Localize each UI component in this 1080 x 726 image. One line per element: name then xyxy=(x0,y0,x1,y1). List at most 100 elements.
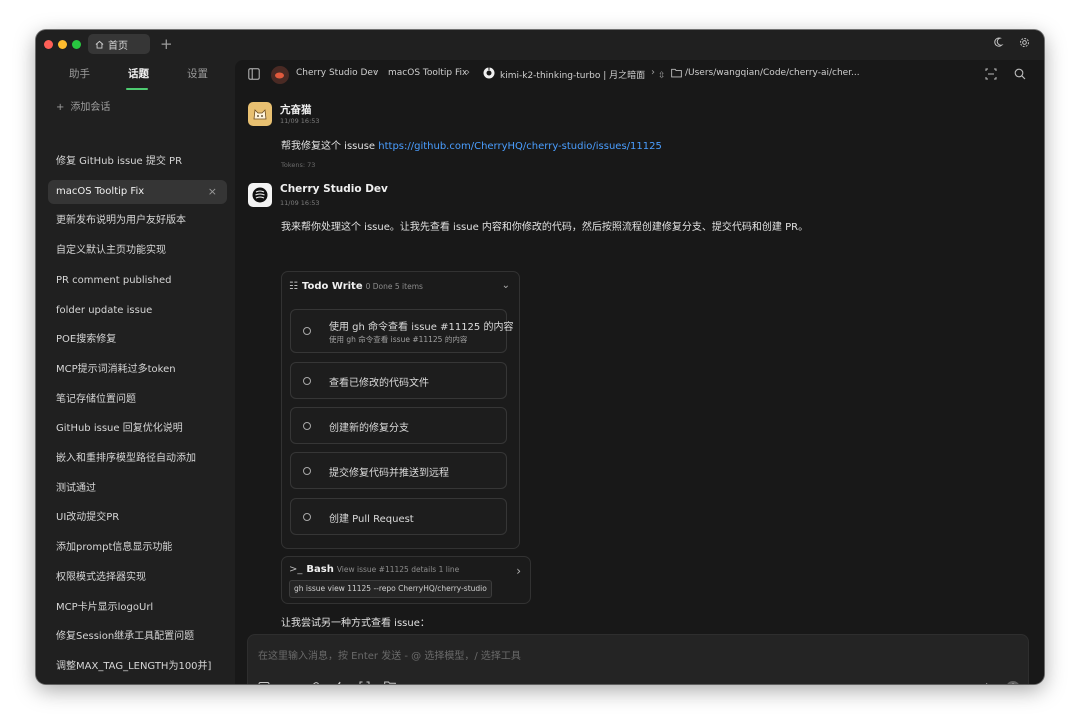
todo-item[interactable]: 提交修复代码并推送到远程 xyxy=(290,452,507,489)
todo-item[interactable]: 创建 Pull Request xyxy=(290,498,507,535)
chevron-right-icon[interactable]: › xyxy=(516,564,521,578)
conversation-title: 修复 GitHub issue 提交 PR xyxy=(56,156,183,167)
theme-toggle-button[interactable] xyxy=(994,37,1005,51)
conversation-title: MCP卡片显示logoUrl xyxy=(56,601,154,613)
circle-icon xyxy=(303,513,311,521)
chevron-down-icon[interactable]: ⌄ xyxy=(502,280,510,291)
user-name: 亢奋猫 xyxy=(280,104,312,116)
todo-summary: 0 Done 5 items xyxy=(365,282,423,291)
bash-header[interactable]: >_ Bash View issue #11125 details 1 line xyxy=(289,564,459,575)
todo-item[interactable]: 创建新的修复分支 xyxy=(290,407,507,444)
conversation-item[interactable]: folder update issue xyxy=(48,299,227,323)
conversation-title: 嵌入和重排序模型路径自动添加 xyxy=(56,453,196,464)
conversation-item[interactable]: 权限模式选择器实现 xyxy=(48,566,227,590)
search-icon xyxy=(1014,68,1026,80)
circle-icon xyxy=(303,422,311,430)
assistant-followup: 让我尝试另一种方式查看 issue： xyxy=(281,618,430,629)
paperclip-icon[interactable] xyxy=(308,681,319,684)
conversation-item[interactable]: 嵌入和重排序模型路径自动添加 xyxy=(48,447,227,471)
settings-button[interactable] xyxy=(1019,37,1030,51)
translate-icon[interactable]: 文A xyxy=(982,680,996,684)
minimize-window-button[interactable] xyxy=(58,40,67,49)
issue-link[interactable]: https://github.com/CherryHQ/cherry-studi… xyxy=(378,141,662,152)
toggle-sidebar-button[interactable] xyxy=(248,68,260,83)
conversation-item[interactable]: MCP卡片显示logoUrl xyxy=(48,596,227,620)
conversation-title: 修复Session继承工具配置问题 xyxy=(56,631,195,643)
folder-open-icon[interactable] xyxy=(384,681,396,684)
token-count: Tokens: 73 xyxy=(281,161,316,169)
assistant-timestamp: 11/09 16:53 xyxy=(280,199,320,207)
cat-icon xyxy=(253,109,267,120)
lightning-icon[interactable] xyxy=(334,681,344,684)
gear-icon xyxy=(1019,37,1030,48)
circle-icon xyxy=(303,377,311,385)
arrow-up-icon: ↑ xyxy=(1009,683,1017,684)
moon-icon xyxy=(994,37,1004,47)
home-tab-label: 首页 xyxy=(108,40,128,52)
conversation-item[interactable]: 更新发布说明为用户友好版本 xyxy=(48,209,227,233)
todo-item[interactable]: 使用 gh 命令查看 issue #11125 的内容 使用 gh 命令查看 i… xyxy=(290,309,513,353)
terminal-icon: >_ xyxy=(289,564,303,575)
conversation-title: 调整MAX_TAG_LENGTH为100并] xyxy=(56,660,212,672)
close-window-button[interactable] xyxy=(44,40,53,49)
user-timestamp: 11/09 16:53 xyxy=(280,117,320,125)
plus-icon: + xyxy=(56,102,65,113)
conversation-item[interactable]: 笔记存储位置问题 xyxy=(48,388,227,412)
top-bar: Cherry Studio Dev › macOS Tooltip Fix › … xyxy=(235,60,1044,90)
todo-item-text: 查看已修改的代码文件 xyxy=(329,378,429,389)
cherry-logo-icon xyxy=(252,187,268,203)
conversation-item[interactable]: 测试通过 xyxy=(48,477,227,501)
conversation-title: 测试通过 xyxy=(56,482,96,494)
expand-panel-button[interactable] xyxy=(985,68,997,83)
expand-icon[interactable] xyxy=(359,681,370,684)
conversation-item[interactable]: 添加prompt信息显示功能 xyxy=(48,536,227,560)
conversation-item[interactable]: 调整MAX_TAG_LENGTH为100并] xyxy=(48,655,227,679)
conversation-item[interactable]: 自定义默认主页功能实现 xyxy=(48,239,227,263)
bash-command: gh issue view 11125 --repo CherryHQ/cher… xyxy=(289,580,492,598)
agent-selector[interactable]: Cherry Studio Dev xyxy=(296,68,378,78)
conversation-title: 更新发布说明为用户友好版本 xyxy=(56,215,186,227)
todo-item[interactable]: 查看已修改的代码文件 xyxy=(290,362,507,399)
conversation-title: macOS Tooltip Fix xyxy=(56,185,145,197)
conversation-item[interactable]: MCP提示词消耗过多token xyxy=(48,358,227,382)
conversation-item[interactable]: macOS Tooltip Fix × xyxy=(48,179,227,204)
session-selector[interactable]: macOS Tooltip Fix xyxy=(388,68,467,78)
conversation-item[interactable]: UI改动提交PR xyxy=(48,506,227,530)
message-input[interactable]: 在这里输入消息，按 Enter 发送 - @ 选择模型，/ 选择工具 >_ 文A… xyxy=(247,634,1029,684)
app-window: 首页 + 助手 话题 设置 + 添加会话 修复 GitHub issue 提交 P… xyxy=(36,30,1044,684)
conversation-item[interactable]: GitHub issue 回复优化说明 xyxy=(48,417,227,441)
model-name: kimi-k2-thinking-turbo | 月之暗面 xyxy=(500,71,646,81)
new-tab-button[interactable]: + xyxy=(160,35,173,53)
home-tab[interactable]: 首页 xyxy=(88,34,150,54)
conversation-item[interactable]: POE搜索修复 xyxy=(48,328,227,352)
assistant-name: Cherry Studio Dev xyxy=(280,183,388,195)
close-icon[interactable]: × xyxy=(208,180,217,204)
sidebar: 助手 话题 设置 + 添加会话 修复 GitHub issue 提交 PR macO… xyxy=(36,58,234,684)
conversation-item[interactable]: 修复 GitHub issue 提交 PR xyxy=(48,150,227,174)
conversation-title: UI改动提交PR xyxy=(56,512,120,524)
send-button[interactable]: ↑ xyxy=(1006,681,1020,684)
conversation-title: 权限模式选择器实现 xyxy=(56,571,146,583)
user-message-text: 帮我修复这个 issuse xyxy=(281,141,379,152)
working-directory[interactable]: /Users/wangqian/Code/cherry-ai/cher... xyxy=(685,68,860,78)
assistant-avatar xyxy=(248,183,272,207)
sidebar-tabs: 助手 话题 设置 xyxy=(36,58,234,92)
tab-topics[interactable]: 话题 xyxy=(128,66,149,81)
search-button[interactable] xyxy=(1014,68,1026,83)
tab-assistants[interactable]: 助手 xyxy=(69,66,90,81)
add-conversation-button[interactable]: + 添加会话 xyxy=(56,98,110,113)
bash-summary: View issue #11125 details 1 line xyxy=(336,565,460,574)
conversation-title: 笔记存储位置问题 xyxy=(56,393,136,405)
conversation-item[interactable]: PR comment published xyxy=(48,269,227,293)
model-selector[interactable]: kimi-k2-thinking-turbo | 月之暗面 ⇳ xyxy=(500,68,666,81)
terminal-icon[interactable]: >_ xyxy=(283,681,298,684)
todo-header[interactable]: ☷ Todo Write 0 Done 5 items xyxy=(289,281,423,292)
todo-item-text: 提交修复代码并推送到远程 xyxy=(329,468,449,479)
conversation-item[interactable]: 修复Session继承工具配置问题 xyxy=(48,625,227,649)
new-topic-icon[interactable] xyxy=(258,681,270,684)
zoom-window-button[interactable] xyxy=(72,40,81,49)
chevron-right-icon: › xyxy=(651,67,655,78)
tab-settings[interactable]: 设置 xyxy=(187,66,208,81)
agent-logo-icon xyxy=(271,66,289,84)
conversation-title: MCP提示词消耗过多token xyxy=(56,363,176,375)
